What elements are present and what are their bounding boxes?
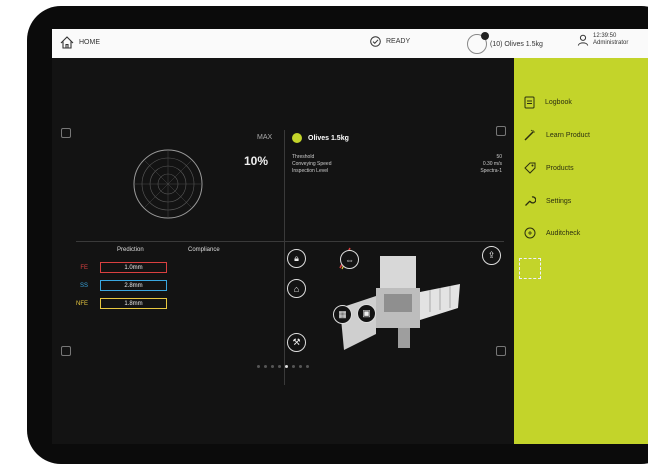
sidebar-menu: Logbook Learn Product Products Settings … — [514, 58, 648, 444]
logbook-icon — [524, 96, 535, 109]
expand-icon[interactable] — [61, 128, 71, 138]
compliance-header: Compliance — [188, 247, 220, 253]
product-dial-icon — [467, 32, 489, 54]
product-selector[interactable]: (10) Olives 1.5kg — [467, 32, 543, 54]
belt-button[interactable]: ⇔ — [340, 250, 359, 269]
param-label: Threshold — [292, 154, 315, 160]
app-screen: HOME READY (10) Olives 1.5kg 12:39:50 Ad… — [52, 29, 648, 444]
param-value: Spectra-1 — [480, 168, 502, 174]
sidebar-item-label: Learn Product — [546, 131, 590, 139]
check-circle-icon — [370, 36, 381, 47]
upload-button[interactable]: ⇪ — [482, 246, 501, 265]
page-dot[interactable] — [292, 365, 295, 368]
user-info[interactable]: 12:39:50 Administrator — [577, 33, 628, 47]
image-icon: ▣ — [362, 308, 371, 318]
page-dot[interactable] — [257, 365, 260, 368]
user-icon — [577, 34, 589, 46]
max-value: 10% — [244, 154, 269, 168]
metal-label-ss: SS — [79, 283, 88, 289]
sidebar-item-logbook[interactable]: Logbook — [524, 96, 572, 109]
prediction-header: Prediction — [117, 247, 144, 253]
sidebar-item-learn-product[interactable]: Learn Product — [524, 129, 590, 141]
notification-dot — [481, 32, 489, 40]
sidebar-item-auditcheck[interactable]: Auditcheck — [524, 227, 580, 239]
page-dot[interactable] — [278, 365, 281, 368]
status-text: READY — [386, 38, 411, 45]
learn-metal-button[interactable]: 🔒︎ — [287, 249, 306, 268]
param-label: Inspection Level — [292, 168, 329, 174]
wrench-icon: ⚒ — [292, 337, 301, 347]
tag-icon: ⌂ — [293, 283, 300, 294]
expand-icon[interactable] — [496, 346, 506, 356]
products-tag-icon — [524, 162, 536, 174]
lock-icon: 🔒︎ — [294, 253, 299, 263]
radar-gauge — [133, 149, 203, 219]
user-name: Administrator — [593, 40, 629, 46]
home-icon — [60, 36, 74, 49]
product-name: Olives 1.5kg — [308, 134, 349, 142]
sidebar-item-products[interactable]: Products — [524, 162, 574, 174]
page-dot[interactable] — [264, 365, 267, 368]
page-dot[interactable] — [285, 365, 288, 368]
product-status-dot — [292, 133, 302, 143]
page-dot[interactable] — [271, 365, 274, 368]
prediction-box-nfe: 1.8mm — [100, 298, 167, 309]
home-button[interactable]: HOME — [60, 36, 100, 49]
param-row: Threshold 50 — [292, 154, 502, 161]
prediction-box-fe: 1.0mm — [100, 262, 167, 273]
drop-target[interactable] — [519, 258, 541, 279]
auditcheck-icon — [524, 227, 536, 239]
param-value: 0.30 m/s — [482, 161, 502, 167]
machine-status: READY — [370, 36, 410, 47]
clock-time: 12:39:50 — [593, 33, 617, 39]
expand-icon[interactable] — [496, 126, 506, 136]
wrench-icon — [525, 196, 536, 206]
page-indicator[interactable] — [257, 365, 309, 368]
page-dot[interactable] — [299, 365, 302, 368]
divider-vertical — [284, 130, 285, 385]
belt-icon: ⇔ — [345, 254, 354, 265]
sidebar-item-label: Auditcheck — [546, 229, 581, 237]
page-dot[interactable] — [306, 365, 309, 368]
metal-label-nfe: NFE — [76, 301, 88, 307]
sidebar-item-label: Products — [546, 164, 574, 172]
qr-icon: ▦ — [338, 309, 347, 319]
param-value: 50 — [496, 154, 502, 160]
sidebar-item-settings[interactable]: Settings — [524, 195, 571, 207]
sidebar-item-label: Logbook — [545, 99, 572, 106]
learn-product-icon — [524, 129, 535, 141]
max-label: MAX — [257, 134, 273, 141]
tag-button[interactable]: ⌂ — [287, 279, 306, 298]
param-row: Conveying Speed 0.30 m/s — [292, 161, 502, 168]
metal-label-fe: FE — [80, 265, 88, 271]
dashboard: MAX 10% Olives 1.5kg Threshold 50 Conveyi… — [52, 58, 514, 444]
param-row: Inspection Level Spectra-1 — [292, 168, 502, 175]
qr-button[interactable]: ▦ — [333, 305, 352, 324]
sidebar-item-label: Settings — [546, 197, 572, 205]
prediction-box-ss: 2.8mm — [100, 280, 167, 291]
wrench-button[interactable]: ⚒ — [287, 333, 306, 352]
home-label: HOME — [79, 39, 100, 46]
image-button[interactable]: ▣ — [357, 304, 376, 323]
product-title: Olives 1.5kg — [292, 133, 349, 143]
top-bar: HOME READY (10) Olives 1.5kg 12:39:50 Ad… — [52, 29, 648, 58]
param-label: Conveying Speed — [292, 161, 332, 167]
upload-icon: ⇪ — [487, 250, 496, 260]
product-selector-label: (10) Olives 1.5kg — [490, 40, 543, 48]
expand-icon[interactable] — [61, 346, 71, 356]
product-params: Threshold 50 Conveying Speed 0.30 m/s Insp… — [292, 154, 502, 175]
